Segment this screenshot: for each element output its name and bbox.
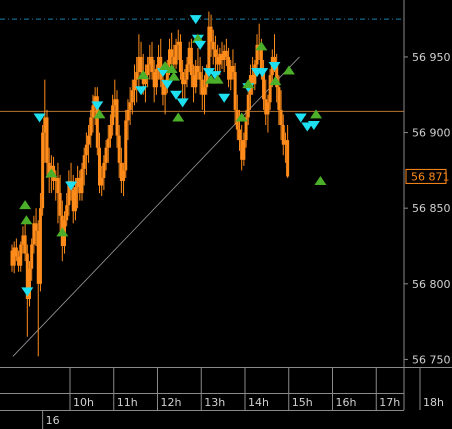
candle-body: [111, 105, 115, 125]
candle-body: [128, 102, 132, 110]
candle-body: [14, 247, 18, 257]
candle-body: [246, 94, 250, 118]
price-axis-label: 56 850: [412, 202, 451, 215]
candle-body: [106, 138, 110, 148]
candle-body: [183, 79, 187, 85]
candle-body: [82, 155, 86, 169]
time-axis-label: 11h: [117, 396, 138, 409]
time-axis-label: 14h: [248, 396, 269, 409]
candle-body: [19, 244, 23, 266]
candle-body: [213, 49, 217, 57]
time-axis-label: 16h: [336, 396, 357, 409]
candle-body: [130, 90, 134, 103]
candle-body: [104, 147, 108, 163]
candle-body: [185, 64, 189, 80]
candle-body: [154, 69, 158, 88]
candle-body: [242, 140, 246, 160]
candle-body: [233, 72, 237, 110]
candle-body: [268, 75, 272, 103]
time-axis-label: 15h: [292, 396, 313, 409]
time-axis-label: 10h: [73, 396, 94, 409]
candle-body: [196, 66, 200, 73]
candle-body: [34, 223, 38, 231]
candle-body: [126, 109, 130, 121]
candle-body: [41, 132, 45, 209]
price-axis-label: 56 800: [412, 278, 451, 291]
time-axis-label: 12h: [161, 396, 182, 409]
candle-body: [209, 26, 213, 42]
candle-body: [170, 49, 174, 57]
candle-body: [189, 47, 193, 76]
candle-body: [211, 41, 215, 50]
candle-body: [238, 129, 241, 141]
candle-body: [58, 193, 62, 216]
candle-body: [117, 135, 121, 163]
last-price-label: 56 871: [411, 170, 450, 183]
candle-body: [80, 168, 84, 194]
candle-body: [102, 162, 106, 178]
candle-body: [203, 87, 206, 95]
time-axis-label: 17h: [379, 396, 400, 409]
price-chart[interactable]: 56 750 56 800 56 850 56 900 56 950 56 871 10h…: [0, 0, 452, 429]
time-axis-label: 13h: [204, 396, 225, 409]
candle-body: [38, 208, 42, 284]
candle-body: [100, 177, 104, 186]
candle-body: [84, 144, 88, 156]
candle-body: [23, 235, 27, 254]
candle-body: [30, 244, 34, 269]
candle-body: [65, 205, 69, 221]
candle-body: [146, 64, 150, 76]
candle-body: [224, 50, 228, 57]
candle-body: [198, 72, 202, 80]
candle-body: [108, 125, 112, 139]
candle-body: [115, 99, 119, 136]
candle-body: [87, 135, 91, 145]
candle-body: [133, 79, 136, 91]
candle-body: [178, 41, 182, 73]
candle-body: [89, 117, 93, 136]
time-axis-label: 18h: [423, 396, 444, 409]
candle-body: [91, 105, 95, 118]
candle-body: [73, 187, 77, 212]
candle-body: [286, 140, 290, 177]
candle-body: [139, 56, 143, 73]
candle-body: [279, 109, 283, 125]
candle-body: [150, 56, 154, 73]
candle-body: [56, 177, 60, 194]
candle-body: [231, 66, 235, 73]
candle-body: [266, 102, 270, 115]
candle-body: [124, 120, 128, 171]
candle-body: [174, 44, 178, 65]
candle-body: [277, 87, 281, 110]
candle-body: [45, 117, 49, 163]
candle-body: [163, 87, 167, 95]
candle-body: [122, 170, 126, 181]
price-axis-label: 56 950: [412, 51, 451, 64]
price-axis-label: 56 900: [412, 127, 451, 140]
price-axis-label: 56 750: [412, 353, 451, 366]
date-axis-label: 16: [46, 414, 60, 427]
